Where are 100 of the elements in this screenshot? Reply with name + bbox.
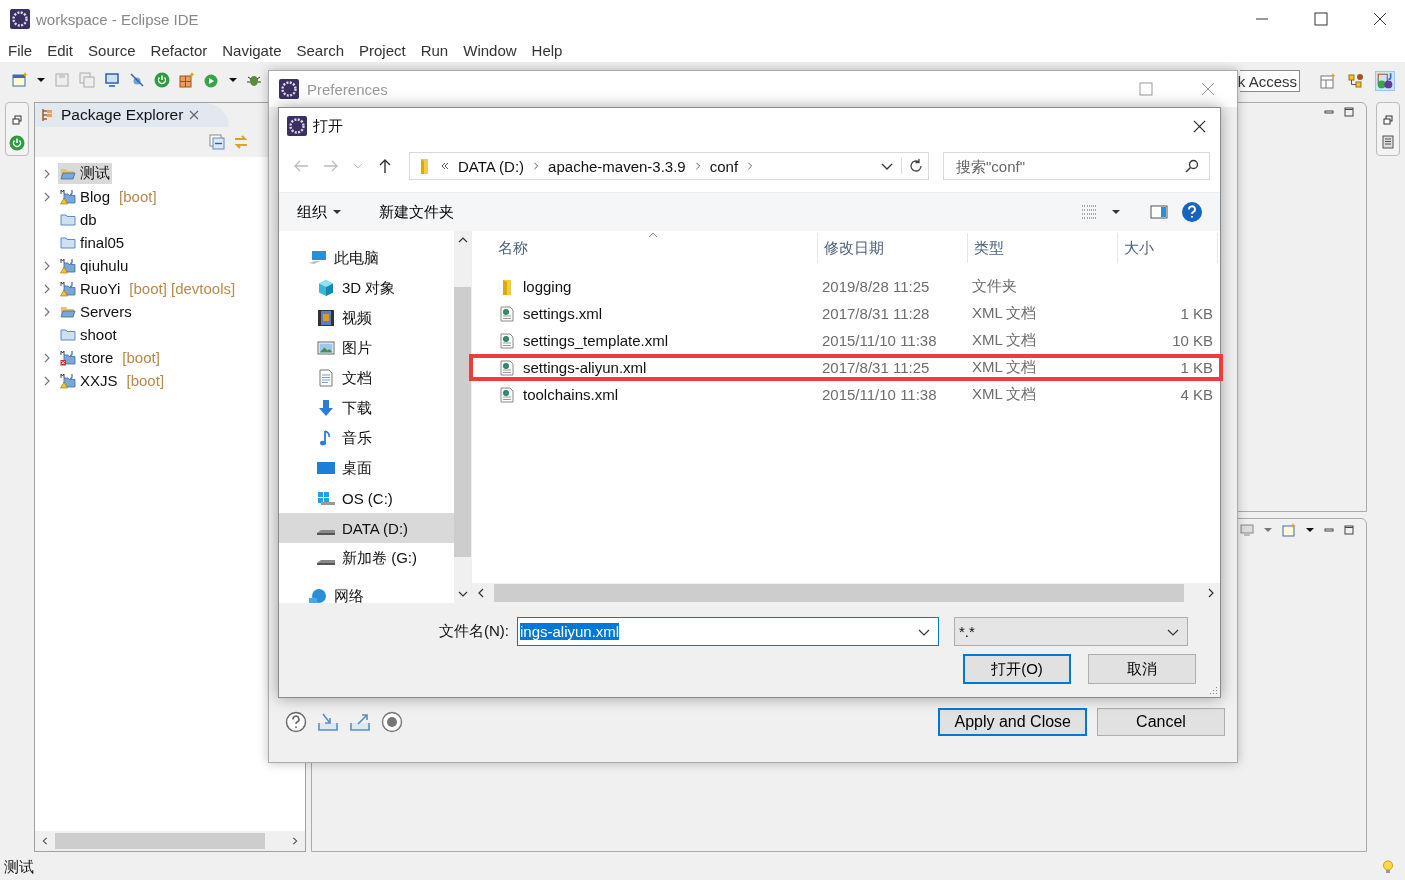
tree-item[interactable]: final05	[58, 232, 127, 253]
chevron-right-icon[interactable]	[532, 162, 541, 170]
power-icon[interactable]	[154, 72, 170, 88]
tree-item[interactable]: RuoYi [boot] [devtools]	[58, 278, 238, 299]
record-icon[interactable]	[381, 711, 403, 733]
column-header[interactable]: 大小	[1118, 233, 1218, 263]
navigation-item[interactable]: 文档	[279, 363, 454, 393]
navigation-item[interactable]: 桌面	[279, 453, 454, 483]
address-bar[interactable]: DATA (D:) apache-maven-3.3.9 conf	[409, 152, 929, 180]
search-icon[interactable]	[1185, 159, 1199, 173]
dropdown-icon[interactable]	[1306, 526, 1314, 534]
tree-item[interactable]: qiuhulu	[58, 255, 131, 276]
maximize-icon[interactable]	[1344, 525, 1354, 535]
dropdown-icon[interactable]	[37, 76, 45, 84]
navigation-item[interactable]: 此电脑	[279, 243, 454, 273]
file-row[interactable]: logging 2019/8/28 11:25 文件夹	[469, 273, 1223, 300]
notes-icon[interactable]	[1381, 135, 1395, 149]
menu-item[interactable]: Window	[463, 41, 517, 59]
organize-menu-button[interactable]: 组织	[289, 198, 349, 226]
path-segment[interactable]: conf	[709, 157, 739, 175]
column-header[interactable]: 修改日期	[818, 233, 968, 263]
navigation-item[interactable]: 下载	[279, 393, 454, 423]
scroll-left-icon[interactable]	[476, 588, 486, 598]
new-window-icon[interactable]	[12, 72, 28, 88]
skip-breakpoint-icon[interactable]	[129, 72, 145, 88]
view-options-icon[interactable]	[1080, 203, 1098, 221]
navigation-item[interactable]: 视频	[279, 303, 454, 333]
menu-item[interactable]: Navigate	[222, 41, 282, 59]
menu-item[interactable]: Source	[88, 41, 136, 59]
restore-icon[interactable]	[1383, 115, 1393, 125]
hierarchy-icon[interactable]	[1348, 73, 1364, 89]
column-header[interactable]: 类型	[968, 233, 1118, 263]
navigation-item[interactable]: 3D 对象	[279, 273, 454, 303]
file-row[interactable]: settings.xml 2017/8/31 11:28 XML 文档 1 KB	[469, 300, 1223, 327]
help-icon[interactable]	[1182, 202, 1202, 222]
close-icon[interactable]	[1373, 12, 1387, 26]
tree-item[interactable]: Servers	[58, 301, 134, 322]
tree-item[interactable]: 测试	[58, 163, 112, 184]
restore-icon[interactable]	[12, 115, 22, 125]
menu-item[interactable]: Help	[531, 41, 563, 59]
file-row[interactable]: toolchains.xml 2015/11/10 11:38 XML 文档 4 KB	[469, 381, 1223, 408]
import-icon[interactable]	[317, 711, 339, 733]
help-icon[interactable]	[285, 711, 307, 733]
menu-item[interactable]: Project	[359, 41, 406, 59]
export-icon[interactable]	[349, 711, 371, 733]
tree-item[interactable]: XXJS [boot]	[58, 370, 167, 391]
caret-icon[interactable]	[1112, 208, 1120, 216]
navigation-item[interactable]: 音乐	[279, 423, 454, 453]
search-input[interactable]: 搜索"conf"	[954, 156, 1185, 176]
run-icon[interactable]	[204, 72, 220, 88]
quick-access-field[interactable]: k Access	[1240, 70, 1300, 92]
dialog-button[interactable]: 打开(O)	[963, 654, 1071, 684]
collapse-all-icon[interactable]	[209, 134, 225, 150]
tree-item[interactable]: store [boot]	[58, 347, 162, 368]
tree-item[interactable]: shoot	[58, 324, 119, 345]
expand-chevron-icon[interactable]	[43, 168, 51, 179]
navigation-item[interactable]: 图片	[279, 333, 454, 363]
dialog-button[interactable]: Apply and Close	[938, 708, 1087, 736]
menu-item[interactable]: Edit	[47, 41, 74, 59]
expand-chevron-icon[interactable]	[43, 375, 51, 386]
close-icon[interactable]	[1193, 119, 1206, 133]
resize-grip-icon[interactable]	[1208, 685, 1218, 695]
lightbulb-icon[interactable]	[1381, 860, 1395, 874]
scrollbar-thumb[interactable]	[55, 833, 265, 849]
menu-item[interactable]: Refactor	[150, 41, 208, 59]
navigation-item[interactable]: 网络	[279, 581, 454, 603]
scrollbar-thumb[interactable]	[494, 584, 1184, 602]
new-folder-button[interactable]: 新建文件夹	[371, 198, 462, 226]
chevron-right-icon[interactable]	[693, 162, 702, 170]
tree-item[interactable]: Blog [boot]	[58, 186, 159, 207]
minimize-icon[interactable]	[1324, 107, 1334, 117]
expand-chevron-icon[interactable]	[43, 191, 51, 202]
power-icon[interactable]	[9, 135, 25, 151]
expand-chevron-icon[interactable]	[43, 283, 51, 294]
maximize-icon[interactable]	[1344, 107, 1354, 117]
view-tab[interactable]: Package Explorer	[35, 103, 230, 127]
navigation-item[interactable]: DATA (D:)	[279, 513, 454, 543]
navigation-item[interactable]: 新加卷 (G:)	[279, 543, 454, 573]
menu-item[interactable]: Search	[296, 41, 344, 59]
up-arrow-icon[interactable]	[377, 158, 393, 174]
scroll-down-icon[interactable]	[457, 589, 468, 599]
file-row[interactable]: settings-aliyun.xml 2017/8/31 11:25 XML 文档 1 KB	[469, 354, 1223, 381]
path-segment[interactable]: apache-maven-3.3.9	[548, 157, 686, 175]
file-type-dropdown[interactable]: *.*	[954, 617, 1188, 646]
overflow-chevrons-icon[interactable]	[440, 161, 450, 171]
scroll-up-icon[interactable]	[457, 235, 468, 245]
chevron-right-icon[interactable]	[746, 162, 755, 170]
monitor-icon[interactable]	[104, 72, 120, 88]
preview-pane-icon[interactable]	[1150, 203, 1168, 221]
dialog-button[interactable]: 取消	[1088, 654, 1196, 684]
menu-item[interactable]: File	[8, 41, 33, 59]
file-row[interactable]: settings_template.xml 2015/11/10 11:38 XML 文档 10 KB	[469, 327, 1223, 354]
navigation-item[interactable]: OS (C:)	[279, 483, 454, 513]
menu-item[interactable]: Run	[420, 41, 449, 59]
file-name-combo[interactable]: ings-aliyun.xml	[517, 617, 939, 646]
scroll-left-icon[interactable]	[41, 837, 49, 845]
scroll-right-icon[interactable]	[1206, 588, 1216, 598]
column-header[interactable]: 名称	[472, 233, 818, 263]
expand-chevron-icon[interactable]	[43, 260, 51, 271]
search-field[interactable]: 搜索"conf"	[943, 152, 1210, 180]
